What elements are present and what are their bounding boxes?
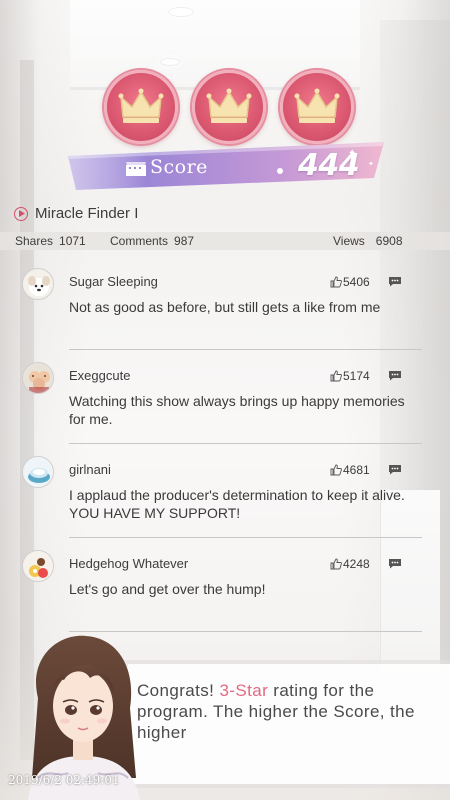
comment-reply-icon[interactable] bbox=[388, 464, 402, 475]
divider bbox=[69, 443, 422, 444]
like-button[interactable]: 4248 bbox=[330, 557, 370, 571]
like-count: 4681 bbox=[343, 463, 370, 477]
thumbs-up-icon bbox=[330, 558, 342, 570]
avatar[interactable] bbox=[22, 456, 54, 488]
comments-stat: Comments 987 bbox=[110, 234, 195, 248]
list-item: Exeggcute 5174 Watching this show always… bbox=[0, 352, 450, 444]
stats-bar: Shares 1071 Comments 987 Views 6908 bbox=[0, 232, 450, 250]
like-count: 4248 bbox=[343, 557, 370, 571]
comment-text: Not as good as before, but still gets a … bbox=[69, 299, 381, 315]
dialog-highlight: 3-Star bbox=[219, 681, 269, 700]
comment-author: Exeggcute bbox=[69, 368, 131, 383]
timestamp: 2019/6/2 02:49:01 bbox=[8, 773, 120, 787]
like-count: 5174 bbox=[343, 369, 370, 383]
score-separator bbox=[277, 168, 283, 174]
like-button[interactable]: 5174 bbox=[330, 369, 370, 383]
like-button[interactable]: 5406 bbox=[330, 275, 370, 289]
comment-text: I applaud the producer's determination t… bbox=[69, 487, 405, 521]
sparkle-icon: ✦ bbox=[348, 148, 357, 159]
crown-badge bbox=[104, 70, 178, 144]
comment-reply-icon[interactable] bbox=[388, 558, 402, 569]
views-stat: Views 6908 bbox=[333, 234, 403, 248]
score-label: Score bbox=[150, 156, 208, 178]
avatar[interactable] bbox=[22, 550, 54, 582]
dialog-text[interactable]: Congrats! 3-Star rating for the program.… bbox=[137, 680, 427, 743]
comment-author: Hedgehog Whatever bbox=[69, 556, 189, 571]
avatar[interactable] bbox=[22, 268, 54, 300]
comment-text: Let's go and get over the hump! bbox=[69, 581, 266, 597]
crown-badge bbox=[280, 70, 354, 144]
divider bbox=[69, 349, 422, 350]
score-banner: Score 444 ✦ ✦ bbox=[68, 142, 384, 190]
thumbs-up-icon bbox=[330, 276, 342, 288]
comment-reply-icon[interactable] bbox=[388, 276, 402, 287]
sparkle-icon: ✦ bbox=[368, 161, 374, 168]
list-item: Sugar Sleeping 5406 Not as good as befor… bbox=[0, 258, 450, 350]
list-item: Hedgehog Whatever 4248 Let's go and get … bbox=[0, 540, 450, 632]
crown-icon bbox=[206, 88, 252, 123]
comment-author: girlnani bbox=[69, 462, 111, 477]
crown-icon bbox=[294, 88, 340, 123]
shares-stat: Shares 1071 bbox=[15, 234, 86, 248]
divider bbox=[69, 537, 422, 538]
comment-author: Sugar Sleeping bbox=[69, 274, 158, 289]
like-count: 5406 bbox=[343, 275, 370, 289]
program-title: Miracle Finder I bbox=[35, 205, 139, 222]
crown-icon bbox=[118, 88, 164, 123]
program-header: Miracle Finder I bbox=[14, 205, 138, 222]
list-item: girlnani 4681 I applaud the producer's d… bbox=[0, 446, 450, 538]
avatar[interactable] bbox=[22, 362, 54, 394]
star-rating-crowns bbox=[104, 70, 354, 145]
comment-reply-icon[interactable] bbox=[388, 370, 402, 381]
comment-text: Watching this show always brings up happ… bbox=[69, 393, 405, 427]
play-icon[interactable] bbox=[14, 206, 28, 221]
crown-badge bbox=[192, 70, 266, 144]
film-icon bbox=[126, 162, 146, 176]
thumbs-up-icon bbox=[330, 464, 342, 476]
like-button[interactable]: 4681 bbox=[330, 463, 370, 477]
thumbs-up-icon bbox=[330, 370, 342, 382]
